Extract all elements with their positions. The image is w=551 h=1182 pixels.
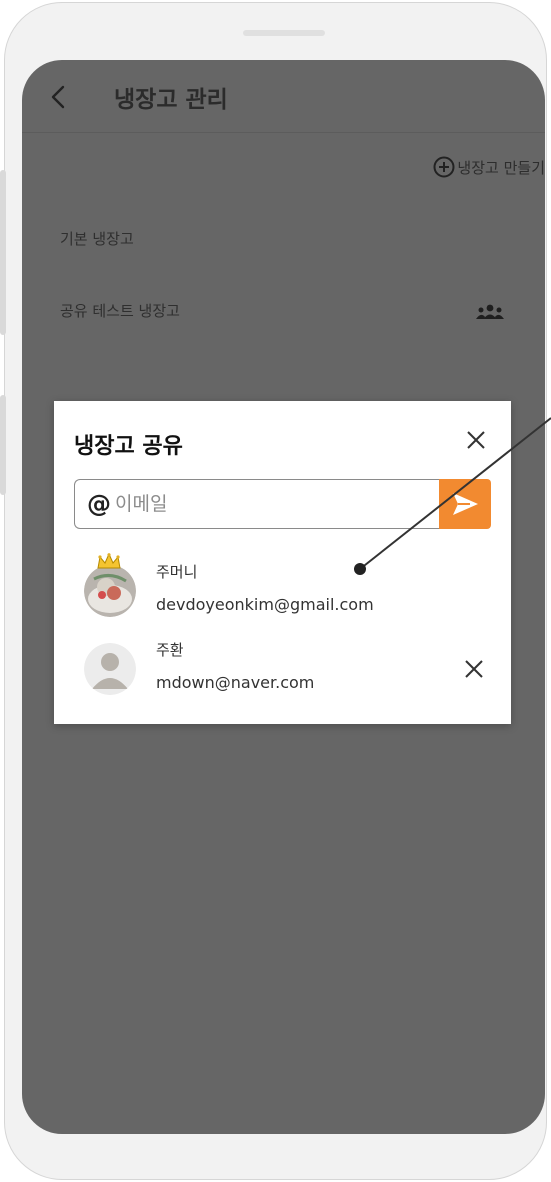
default-avatar-icon	[84, 643, 136, 695]
fridge-item[interactable]: 기본 냉장고	[60, 228, 134, 249]
avatar	[84, 565, 136, 617]
phone-side-button	[0, 170, 6, 335]
fridge-item[interactable]: 공유 테스트 냉장고	[60, 300, 180, 321]
dialog-title: 냉장고 공유	[74, 434, 183, 459]
member-row: 주머니 devdoyeonkim@gmail.com	[84, 553, 484, 631]
email-field-wrapper: @	[74, 479, 439, 529]
member-name: 주환	[156, 641, 184, 659]
fridge-name: 기본 냉장고	[60, 230, 134, 248]
photo-avatar-image	[84, 565, 136, 617]
chevron-left-icon[interactable]	[46, 84, 72, 110]
member-row: 주환 mdown@naver.com	[84, 639, 484, 709]
create-fridge-button[interactable]: 냉장고 만들기	[433, 156, 545, 178]
member-email: devdoyeonkim@gmail.com	[156, 595, 374, 614]
email-field[interactable]	[113, 492, 397, 516]
close-icon[interactable]	[465, 429, 487, 451]
share-dialog: 냉장고 공유 @ 주머니	[54, 401, 511, 724]
plus-circle-icon	[433, 156, 455, 178]
phone-speaker	[243, 30, 325, 36]
send-icon	[453, 493, 478, 515]
page-title: 냉장고 관리	[114, 87, 228, 113]
app-header: 냉장고 관리	[22, 60, 545, 133]
send-button[interactable]	[439, 479, 491, 529]
create-fridge-label: 냉장고 만들기	[457, 158, 545, 177]
people-icon[interactable]	[475, 304, 505, 320]
close-icon[interactable]	[464, 659, 484, 679]
member-email: mdown@naver.com	[156, 673, 315, 692]
crown-icon	[97, 553, 121, 569]
phone-side-button	[0, 395, 6, 495]
avatar	[84, 643, 136, 695]
fridge-name: 공유 테스트 냉장고	[60, 302, 180, 320]
at-sign-icon: @	[87, 490, 111, 518]
member-name: 주머니	[156, 563, 198, 581]
